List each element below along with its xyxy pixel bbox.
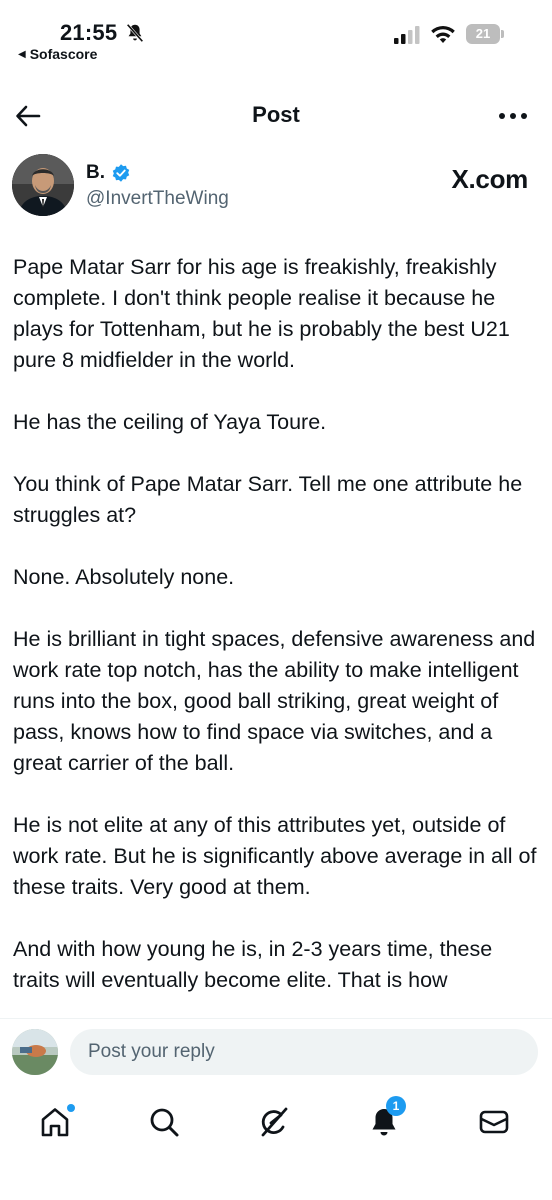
back-triangle-icon: ◀ <box>18 48 26 60</box>
battery-level: 21 <box>466 24 500 44</box>
author-name[interactable]: B. <box>86 162 105 184</box>
grok-icon <box>261 1107 288 1137</box>
wifi-icon <box>431 25 455 43</box>
avatar-photo <box>12 154 74 216</box>
source-label: X.com <box>451 164 528 194</box>
tweet-text: Pape Matar Sarr for his age is freakishl… <box>13 252 541 1012</box>
tweet-paragraph: You think of Pape Matar Sarr. Tell me on… <box>13 472 523 527</box>
nav-grok[interactable] <box>256 1104 292 1140</box>
author-name-line: B. <box>86 162 131 184</box>
bottom-nav: 1 <box>0 1088 552 1200</box>
user-avatar-photo <box>12 1029 58 1075</box>
back-to-app-link[interactable]: ◀ Sofascore <box>18 46 97 62</box>
status-bar: 21:55 ◀ Sofascore 21 <box>0 0 552 70</box>
more-options-icon[interactable] <box>498 112 528 120</box>
battery-nub <box>501 30 504 38</box>
nav-notifications[interactable]: 1 <box>366 1096 406 1140</box>
tweet-paragraph: He has the ceiling of Yaya Toure. <box>13 410 327 434</box>
author-avatar[interactable] <box>12 154 74 216</box>
battery-indicator: 21 <box>466 24 504 44</box>
notification-count-badge: 1 <box>386 1096 406 1116</box>
nav-search[interactable] <box>146 1104 182 1140</box>
post-header: Post <box>0 88 552 144</box>
tweet-paragraph: And with how young he is, in 2-3 years t… <box>13 937 493 992</box>
nav-messages[interactable] <box>476 1104 512 1140</box>
reply-input[interactable]: Post your reply <box>70 1029 538 1075</box>
page-title: Post <box>252 102 300 127</box>
tweet-paragraph: None. Absolutely none. <box>13 565 235 589</box>
tweet-paragraph: Pape Matar Sarr for his age is freakishl… <box>13 255 510 372</box>
tweet-paragraph: He is not elite at any of this attribute… <box>13 813 537 899</box>
home-new-indicator <box>67 1104 75 1112</box>
messages-icon <box>479 1110 509 1134</box>
bell-off-icon <box>126 23 144 43</box>
user-avatar[interactable] <box>12 1029 58 1075</box>
nav-home[interactable] <box>37 1104 75 1140</box>
reply-bar: Post your reply <box>0 1018 552 1086</box>
back-app-label: Sofascore <box>29 46 98 62</box>
verified-badge-icon <box>112 164 130 182</box>
author-handle[interactable]: @InvertTheWing <box>86 188 229 210</box>
search-icon <box>150 1108 179 1137</box>
status-time: 21:55 <box>60 20 118 45</box>
tweet-paragraph: He is brilliant in tight spaces, defensi… <box>13 627 536 775</box>
cellular-signal-icon <box>394 26 420 44</box>
author-row: B. @InvertTheWing X.com <box>12 154 540 218</box>
